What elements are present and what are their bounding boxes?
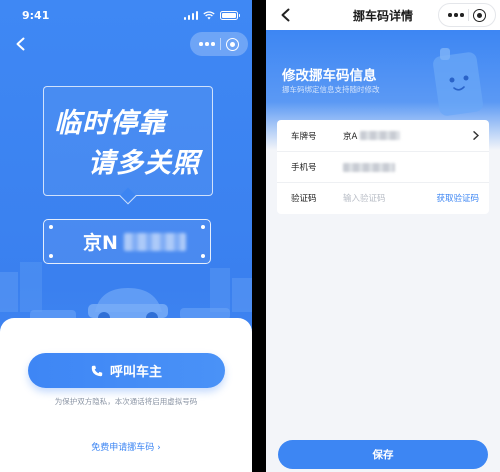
status-icons: [183, 10, 240, 20]
mascot-illustration: [433, 48, 483, 116]
right-phone-screen: 挪车码详情 修改挪车码信息 挪车码绑定信息支持随时修改 车牌号 京A 手机号 验…: [266, 0, 500, 472]
mini-program-capsule: [438, 3, 496, 27]
form-card: 车牌号 京A 手机号 验证码 输入验证码 获取验证码: [277, 120, 489, 214]
hero-title: 修改挪车码信息: [282, 68, 377, 84]
call-owner-label: 呼叫车主: [109, 365, 162, 380]
signal-icon: [183, 10, 198, 20]
left-phone-screen: 9:41 临时停靠 请多关照 京N 呼叫车主 为保护双方隐私，本次通话将启用虚拟…: [0, 0, 252, 472]
mini-program-capsule: [190, 32, 248, 56]
more-dots-icon[interactable]: [199, 42, 215, 46]
status-bar: 9:41: [0, 0, 252, 30]
plate-value-redacted: [360, 131, 401, 140]
parking-sign: 临时停靠 请多关照: [43, 86, 213, 196]
sign-line-1: 临时停靠: [54, 108, 166, 139]
apply-code-link[interactable]: 免费申请挪车码 ›: [0, 440, 252, 453]
hero-subtitle: 挪车码绑定信息支持随时修改: [282, 85, 380, 94]
sign-line-2: 请多关照: [88, 148, 200, 179]
code-label: 验证码: [291, 194, 317, 204]
phone-label: 手机号: [291, 163, 317, 173]
back-icon[interactable]: [14, 37, 28, 51]
wifi-icon: [203, 10, 215, 19]
more-dots-icon[interactable]: [448, 13, 464, 17]
nav-bar: 挪车码详情: [266, 0, 500, 30]
bottom-action-card: 呼叫车主 为保护双方隐私，本次通话将启用虚拟号码 免费申请挪车码 ›: [0, 318, 252, 472]
status-time: 9:41: [22, 8, 50, 22]
privacy-note: 为保护双方隐私，本次通话将启用虚拟号码: [54, 397, 198, 406]
plate-label: 车牌号: [291, 131, 317, 142]
phone-icon: [91, 365, 103, 376]
capsule-divider: [467, 9, 469, 21]
code-input[interactable]: 输入验证码: [343, 192, 386, 204]
get-code-button[interactable]: 获取验证码: [436, 192, 479, 204]
target-icon[interactable]: [472, 8, 486, 22]
plate-prefix: 京N: [83, 232, 118, 254]
capsule-divider: [219, 38, 221, 50]
target-icon[interactable]: [225, 37, 239, 51]
plate-row[interactable]: 车牌号 京A: [277, 120, 489, 151]
plate-value: 京A: [343, 131, 358, 142]
phone-row[interactable]: 手机号: [277, 151, 489, 182]
call-owner-button[interactable]: 呼叫车主: [28, 353, 225, 388]
plate-number-redacted: [123, 232, 186, 251]
chevron-right-icon: [473, 131, 479, 140]
code-row: 验证码 输入验证码 获取验证码: [277, 182, 489, 213]
phone-value-redacted: [343, 162, 395, 172]
save-button[interactable]: 保存: [278, 440, 488, 469]
license-plate: 京N: [43, 219, 211, 264]
battery-icon: [220, 10, 240, 20]
